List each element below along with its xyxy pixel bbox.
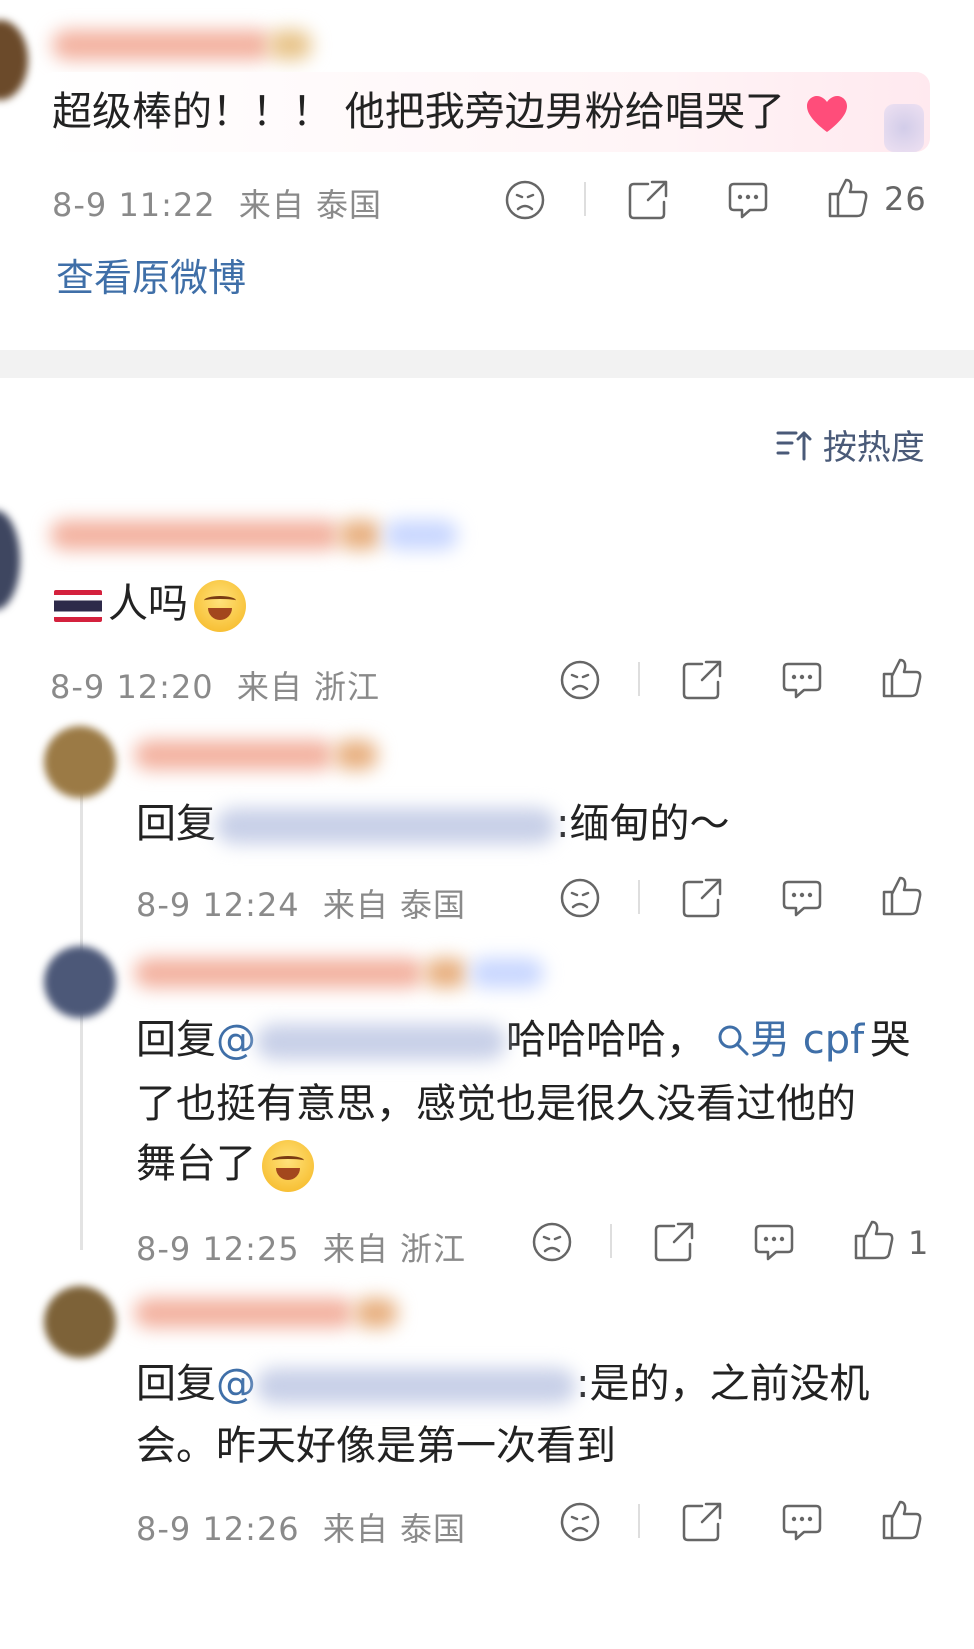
sort-selector[interactable]: 按热度: [776, 420, 925, 468]
avatar[interactable]: [44, 1286, 116, 1358]
username-blurred[interactable]: [50, 520, 340, 550]
share-icon[interactable]: [626, 178, 670, 222]
avatar[interactable]: [44, 726, 116, 798]
like-thumb-icon[interactable]: [880, 874, 924, 918]
like-thumb-icon[interactable]: [880, 656, 924, 700]
comment-meta: 8-9 12:26 来自 泰国: [136, 1504, 466, 1550]
dislike-face-icon[interactable]: [558, 658, 602, 702]
laughing-emoji-icon: [194, 580, 246, 632]
divider: [584, 182, 586, 216]
share-icon[interactable]: [652, 1220, 696, 1264]
share-icon[interactable]: [680, 658, 724, 702]
comment-meta: 8-9 12:20 来自 浙江: [50, 662, 380, 708]
comment-source: 来自 浙江: [322, 1230, 467, 1268]
avatar[interactable]: [44, 946, 116, 1018]
like-thumb-icon[interactable]: [826, 176, 870, 220]
dislike-face-icon[interactable]: [558, 876, 602, 920]
user-badge-blurred: [338, 520, 382, 550]
search-icon: [718, 1025, 749, 1056]
sort-icon: [776, 431, 812, 460]
thailand-flag-icon: [54, 590, 102, 622]
comment-icon[interactable]: [780, 876, 824, 920]
like-thumb-icon[interactable]: [880, 1498, 924, 1542]
section-divider: [0, 350, 974, 378]
comment-source: 来自 泰国: [322, 1510, 467, 1548]
topic-link[interactable]: 男 cpf: [716, 1017, 864, 1063]
comment-meta: 8-9 12:25 来自 浙江: [136, 1224, 466, 1270]
user-badge-blurred: [268, 30, 312, 60]
comment-icon[interactable]: [726, 178, 770, 222]
username-blurred[interactable]: [52, 30, 272, 60]
decor-sticker-icon: [884, 104, 924, 152]
comment-time: 8-9 12:25: [136, 1230, 300, 1268]
reply-text: 回复:缅甸的～: [136, 801, 730, 847]
avatar[interactable]: [0, 510, 20, 610]
view-original-link[interactable]: 查看原微博: [56, 254, 246, 302]
avatar[interactable]: [0, 20, 28, 100]
divider: [638, 880, 640, 914]
comment-time: 8-9 12:24: [136, 886, 300, 924]
dislike-face-icon[interactable]: [503, 178, 547, 222]
user-badge-blurred: [424, 958, 468, 988]
mention-blurred[interactable]: [256, 1368, 576, 1404]
like-count: 1: [908, 1224, 930, 1262]
comment-icon[interactable]: [780, 1500, 824, 1544]
comment-time: 8-9 12:26: [136, 1510, 300, 1548]
reply-text-line2: 会。昨天好像是第一次看到: [136, 1423, 616, 1469]
original-comment-text: 超级棒的！！！ 他把我旁边男粉给唱哭了: [52, 88, 849, 136]
reply-text: 回复@:是的，之前没机: [136, 1361, 870, 1407]
member-badge-blurred: [470, 958, 544, 988]
dislike-face-icon[interactable]: [530, 1220, 574, 1264]
comment-meta: 8-9 12:24 来自 泰国: [136, 880, 466, 926]
reply-thread-line: [80, 790, 83, 1250]
reply-text-line2: 了也挺有意思，感觉也是很久没看过他的: [136, 1081, 856, 1127]
reply-text: 回复@ 哈哈哈哈，男 cpf 哭: [136, 1017, 911, 1063]
share-icon[interactable]: [680, 1500, 724, 1544]
username-blurred[interactable]: [134, 958, 424, 988]
mention-blurred[interactable]: [216, 808, 556, 844]
comment-source: 来自 泰国: [238, 186, 383, 224]
divider: [610, 1224, 612, 1258]
divider: [638, 1504, 640, 1538]
comment-text: 人吗: [54, 580, 246, 632]
comment-time: 8-9 11:22: [52, 186, 216, 224]
member-badge-blurred: [384, 520, 458, 550]
comment-source: 来自 泰国: [322, 886, 467, 924]
share-icon[interactable]: [680, 876, 724, 920]
like-count: 26: [884, 180, 927, 218]
divider: [638, 662, 640, 696]
comment-meta: 8-9 11:22 来自 泰国: [52, 180, 382, 226]
comment-icon[interactable]: [780, 658, 824, 702]
user-badge-blurred: [334, 740, 378, 770]
sort-label: 按热度: [822, 428, 925, 468]
dislike-face-icon[interactable]: [558, 1500, 602, 1544]
heart-emoji-icon: [807, 96, 848, 132]
user-badge-blurred: [354, 1298, 398, 1328]
comment-source: 来自 浙江: [236, 668, 381, 706]
mention-blurred[interactable]: [256, 1024, 506, 1060]
like-thumb-icon[interactable]: [852, 1218, 896, 1262]
comment-time: 8-9 12:20: [50, 668, 214, 706]
reply-text-line3: 舞台了: [136, 1140, 314, 1192]
username-blurred[interactable]: [134, 740, 334, 770]
laughing-emoji-icon: [262, 1140, 314, 1192]
comment-icon[interactable]: [752, 1220, 796, 1264]
username-blurred[interactable]: [134, 1298, 354, 1328]
